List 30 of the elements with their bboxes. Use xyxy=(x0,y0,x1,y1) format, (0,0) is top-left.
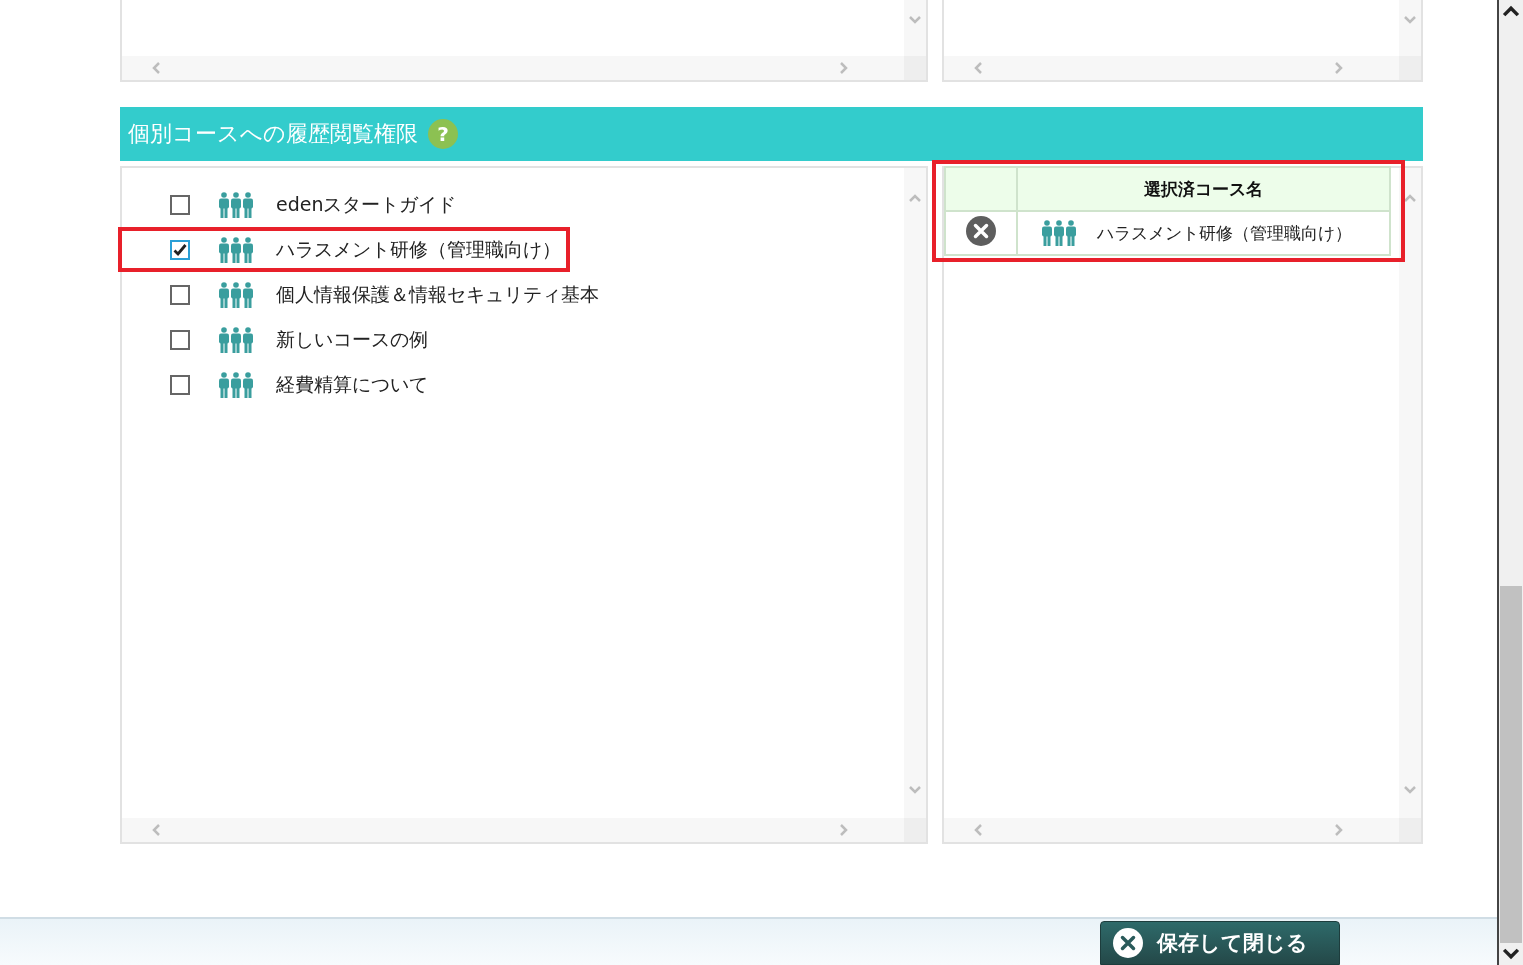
vertical-scrollbar[interactable] xyxy=(904,0,926,56)
people-icon xyxy=(1041,220,1077,246)
course-name: 個人情報保護＆情報セキュリティ基本 xyxy=(276,281,599,307)
course-name: 新しいコースの例 xyxy=(276,326,428,352)
people-icon xyxy=(218,371,254,398)
save-close-button[interactable]: 保存して閉じる xyxy=(1100,921,1340,965)
horizontal-scrollbar[interactable] xyxy=(122,56,926,80)
scroll-thumb[interactable] xyxy=(1500,586,1522,943)
page-scrollbar[interactable] xyxy=(1497,0,1523,965)
checkbox[interactable] xyxy=(170,239,190,260)
course-name: ハラスメント研修（管理職向け） xyxy=(1097,221,1352,245)
remove-icon[interactable] xyxy=(966,216,996,246)
course-name: edenスタートガイド xyxy=(276,191,457,217)
checkbox[interactable] xyxy=(170,284,190,305)
vertical-scrollbar[interactable] xyxy=(1399,0,1421,56)
people-icon xyxy=(218,281,254,308)
horizontal-scrollbar[interactable] xyxy=(122,818,926,842)
column-header: 選択済コース名 xyxy=(1017,167,1390,211)
checkbox[interactable] xyxy=(170,194,190,215)
horizontal-scrollbar[interactable] xyxy=(944,818,1421,842)
people-icon xyxy=(218,326,254,353)
people-icon xyxy=(218,236,254,263)
checkbox[interactable] xyxy=(170,374,190,395)
course-name: ハラスメント研修（管理職向け） xyxy=(276,236,561,262)
people-icon xyxy=(218,191,254,218)
close-icon[interactable] xyxy=(1113,928,1143,958)
section-title: 個別コースへの履歴閲覧権限 xyxy=(128,120,418,148)
course-name: 経費精算について xyxy=(276,371,428,397)
horizontal-scrollbar[interactable] xyxy=(944,56,1421,80)
checkbox[interactable] xyxy=(170,329,190,350)
